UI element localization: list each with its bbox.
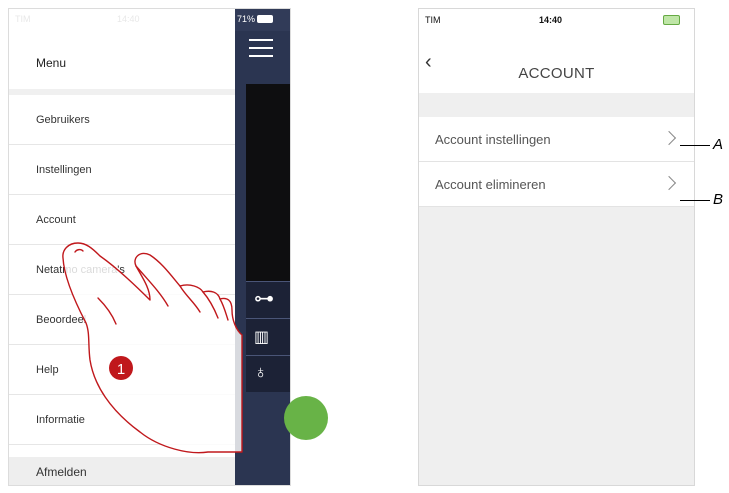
row-label: Account elimineren xyxy=(435,177,546,192)
account-options-list: Account instellingen Account elimineren xyxy=(419,117,694,207)
menu-item-label: Instellingen xyxy=(36,164,92,176)
carrier-label: TIM xyxy=(425,15,441,25)
menu-item-gebruikers[interactable]: Gebruikers xyxy=(9,95,235,145)
menu-item-label: Netatmo camera's xyxy=(36,264,125,276)
account-settings-row[interactable]: Account instellingen xyxy=(419,117,694,162)
status-bar: TIM 14:40 xyxy=(419,9,694,33)
status-bar: TIM 14:40 71% xyxy=(9,9,290,31)
lightbulb-icon: ♁ xyxy=(254,362,268,382)
key-icon: ⊶ xyxy=(254,288,274,310)
logout-label: Afmelden xyxy=(36,465,87,479)
menu-item-label: Beoordeel xyxy=(36,314,87,326)
menu-title: Menu xyxy=(36,56,67,70)
callout-label-a: A xyxy=(713,136,724,153)
call-fab-button[interactable] xyxy=(284,396,328,440)
gate-button[interactable]: ▥ xyxy=(246,318,290,355)
menu-item-label: Informatie xyxy=(36,414,85,426)
menu-item-netatmo[interactable]: Netatmo camera's xyxy=(9,245,235,295)
callout-line-a xyxy=(680,145,710,146)
carrier-label: TIM xyxy=(15,14,31,24)
time-label: 14:40 xyxy=(539,15,563,25)
menu-item-label: Account xyxy=(36,214,76,226)
menu-item-instellingen[interactable]: Instellingen xyxy=(9,145,235,195)
menu-item-beoordeel[interactable]: Beoordeel xyxy=(9,295,235,345)
delete-account-row[interactable]: Account elimineren xyxy=(419,162,694,207)
menu-item-account[interactable]: Account xyxy=(9,195,235,245)
menu-item-label: Gebruikers xyxy=(36,114,90,126)
battery-percent: 71% xyxy=(237,14,256,24)
battery-icon xyxy=(257,15,273,23)
menu-header: Menu xyxy=(9,31,235,95)
menu-item-label: Help xyxy=(36,364,59,376)
page-title: ACCOUNT xyxy=(518,65,595,82)
callout-line-b xyxy=(680,200,710,201)
left-phone-screen: TIM 14:40 71% ⊶ ▥ ♁ Menu Gebruikers Inst… xyxy=(8,8,291,486)
chevron-right-icon xyxy=(661,130,677,146)
menu-item-informatie[interactable]: Informatie xyxy=(9,395,235,445)
battery-icon xyxy=(663,15,680,25)
logout-button[interactable]: Afmelden xyxy=(9,457,235,485)
callout-label-b: B xyxy=(713,191,724,208)
hamburger-menu-icon[interactable] xyxy=(249,39,273,59)
side-menu: Menu Gebruikers Instellingen Account Net… xyxy=(9,31,235,485)
door-lock-button[interactable]: ⊶ xyxy=(246,281,290,318)
row-label: Account instellingen xyxy=(435,132,551,147)
right-phone-screen: TIM 14:40 ‹ ACCOUNT Account instellingen… xyxy=(418,8,695,486)
camera-video-preview[interactable] xyxy=(246,84,290,284)
gate-icon: ▥ xyxy=(254,329,270,346)
chevron-right-icon xyxy=(661,175,677,191)
time-label: 14:40 xyxy=(117,14,140,24)
menu-item-help[interactable]: Help xyxy=(9,345,235,395)
navigation-bar: ‹ ACCOUNT xyxy=(419,33,694,93)
light-button[interactable]: ♁ xyxy=(246,355,290,392)
